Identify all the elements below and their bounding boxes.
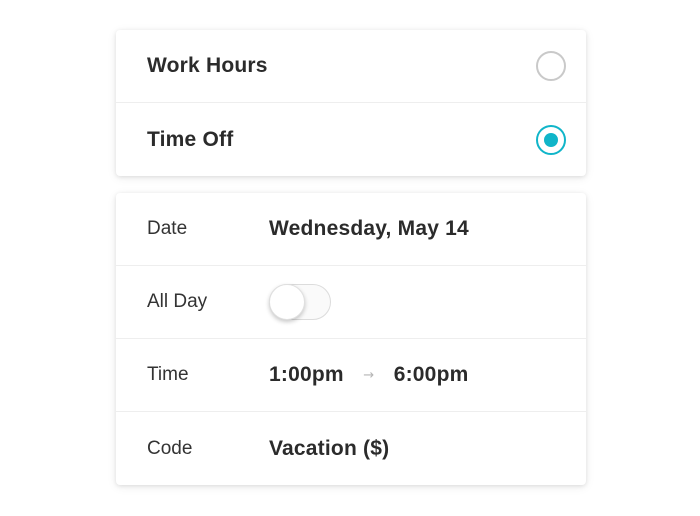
date-value[interactable]: Wednesday, May 14 [269, 217, 469, 241]
radio-selected-dot [544, 132, 558, 147]
work-hours-radio[interactable] [536, 51, 566, 81]
toggle-knob [269, 284, 305, 320]
option-time-off-label: Time Off [147, 127, 234, 151]
arrow-right-icon: → [363, 367, 375, 383]
end-time-value[interactable]: 6:00pm [394, 363, 469, 387]
all-day-toggle[interactable] [269, 284, 331, 320]
option-time-off[interactable]: Time Off [116, 103, 586, 176]
time-off-details-card: Date Wednesday, May 14 All Day Time 1:00… [116, 193, 586, 485]
code-label: Code [147, 437, 193, 459]
time-off-radio[interactable] [536, 124, 566, 155]
time-range: 1:00pm → 6:00pm [269, 363, 468, 387]
code-row[interactable]: Code Vacation ($) [116, 412, 586, 485]
all-day-label: All Day [147, 291, 208, 312]
option-work-hours[interactable]: Work Hours [116, 30, 586, 103]
start-time-value[interactable]: 1:00pm [269, 363, 344, 387]
option-work-hours-label: Work Hours [147, 54, 268, 77]
date-label: Date [147, 218, 188, 239]
type-selector-card: Work Hours Time Off [116, 30, 586, 176]
date-row[interactable]: Date Wednesday, May 14 [116, 193, 586, 266]
all-day-row: All Day [116, 266, 586, 339]
code-value[interactable]: Vacation ($) [269, 437, 389, 461]
time-row: Time 1:00pm → 6:00pm [116, 339, 586, 412]
time-label: Time [147, 364, 189, 385]
